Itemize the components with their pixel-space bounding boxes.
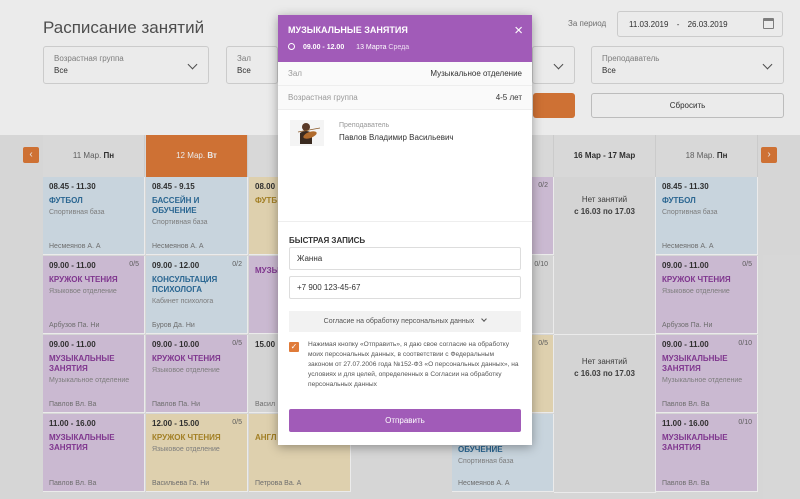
submit-button[interactable]: Отправить — [289, 409, 521, 432]
modal-date: 13 Марта — [356, 44, 387, 51]
schedule-page: Расписание занятий За период 11.03.2019 … — [0, 0, 800, 499]
consent-checkbox[interactable]: ✓ — [289, 342, 299, 352]
name-input[interactable]: Жанна — [289, 247, 521, 270]
teacher-name: Павлов Владимир Васильевич — [339, 133, 454, 142]
modal-time: 09.00 - 12.00 — [302, 44, 345, 51]
hall-row: Зал Музыкальное отделение — [278, 62, 532, 86]
close-icon[interactable]: × — [514, 23, 523, 38]
modal-day: Среда — [388, 44, 410, 51]
lesson-modal: МУЗЫКАЛЬНЫЕ ЗАНЯТИЯ 09.00 - 12.00 13 Мар… — [278, 15, 532, 445]
age-row: Возрастная группа 4-5 лет — [278, 86, 532, 110]
teacher-block: Преподаватель Павлов Владимир Васильевич — [278, 110, 532, 222]
modal-header: МУЗЫКАЛЬНЫЕ ЗАНЯТИЯ 09.00 - 12.00 13 Мар… — [278, 15, 532, 62]
teacher-avatar — [290, 120, 324, 146]
consent-text: Нажимая кнопку «Отправить», я даю свое с… — [308, 341, 519, 388]
teacher-label: Преподаватель — [339, 122, 390, 129]
phone-input[interactable]: +7 900 123-45-67 — [289, 276, 521, 299]
chevron-down-icon — [481, 316, 488, 322]
consent-dropdown[interactable]: Согласие на обработку персональных данны… — [289, 311, 521, 332]
modal-time-row: 09.00 - 12.00 13 Марта Среда — [288, 43, 522, 51]
modal-title: МУЗЫКАЛЬНЫЕ ЗАНЯТИЯ — [288, 25, 408, 35]
quick-signup-title: БЫСТРАЯ ЗАПИСЬ — [289, 236, 366, 245]
clock-icon — [288, 43, 295, 50]
